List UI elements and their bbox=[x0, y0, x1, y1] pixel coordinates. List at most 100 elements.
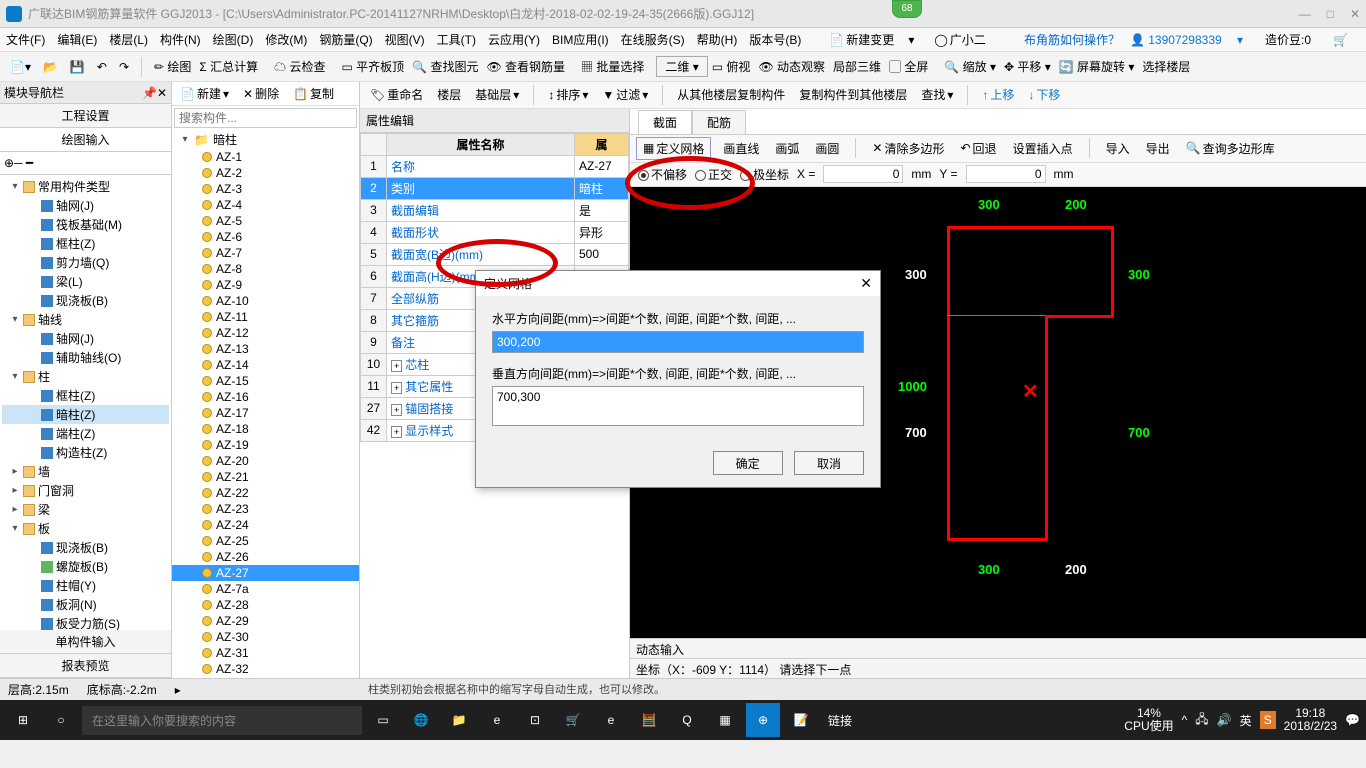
component-list[interactable]: ▾📁 暗柱 AZ-1 AZ-2 AZ-3 AZ-4 AZ-5 AZ-6 AZ-7… bbox=[172, 130, 359, 678]
list-item[interactable]: AZ-24 bbox=[172, 517, 359, 533]
tab-single-input[interactable]: 单构件输入 bbox=[0, 630, 171, 654]
list-item[interactable]: AZ-17 bbox=[172, 405, 359, 421]
import-button[interactable]: 导入 bbox=[1102, 138, 1134, 159]
toolbar-button[interactable]: ▢ 全屏 bbox=[885, 56, 932, 77]
toolbar-button[interactable]: 局部三维 bbox=[829, 56, 885, 77]
tree-item[interactable]: 辅助轴线(O) bbox=[2, 348, 169, 367]
list-item[interactable]: AZ-29 bbox=[172, 613, 359, 629]
copy-to-floor-button[interactable]: 复制构件到其他楼层 bbox=[795, 84, 911, 105]
tree-item[interactable]: 板洞(N) bbox=[2, 595, 169, 614]
tree-item[interactable]: ▾ 轴线 bbox=[2, 310, 169, 329]
component-type-tree[interactable]: ▾ 常用构件类型 轴网(J) 筏板基础(M) 框柱(Z) 剪力墙(Q) 梁(L)… bbox=[0, 175, 171, 630]
list-item[interactable]: AZ-5 bbox=[172, 213, 359, 229]
list-item[interactable]: AZ-27 bbox=[172, 565, 359, 581]
copy-button[interactable]: 📋复制 bbox=[289, 83, 338, 104]
undo-icon[interactable]: ↶ bbox=[93, 58, 111, 76]
list-item[interactable]: AZ-32 bbox=[172, 661, 359, 677]
tray-up-icon[interactable]: ^ bbox=[1182, 713, 1188, 727]
tray-sogou-icon[interactable]: S bbox=[1260, 711, 1276, 729]
redo-icon[interactable]: ↷ bbox=[115, 58, 133, 76]
view-mode-select[interactable]: 二维 ▾ bbox=[656, 56, 707, 77]
pin-icon[interactable]: 📌 bbox=[142, 86, 157, 100]
menu-item[interactable]: 帮助(H) bbox=[697, 33, 738, 47]
tree-item[interactable]: 现浇板(B) bbox=[2, 538, 169, 557]
list-item[interactable]: AZ-20 bbox=[172, 453, 359, 469]
notification-badge[interactable]: 68 bbox=[892, 0, 922, 18]
export-button[interactable]: 导出 bbox=[1142, 138, 1174, 159]
menu-item[interactable]: 编辑(E) bbox=[57, 33, 97, 47]
list-item[interactable]: AZ-2 bbox=[172, 165, 359, 181]
tip-link[interactable]: 布角筋如何操作？ bbox=[1024, 31, 1120, 48]
tab-project-settings[interactable]: 工程设置 bbox=[0, 104, 171, 128]
cortana-icon[interactable]: ○ bbox=[44, 703, 78, 737]
tree-item[interactable]: 柱帽(Y) bbox=[2, 576, 169, 595]
app-icon[interactable]: ▦ bbox=[708, 703, 742, 737]
tree-item[interactable]: 梁(L) bbox=[2, 272, 169, 291]
panel-close-icon[interactable]: ✕ bbox=[157, 86, 167, 100]
table-row[interactable]: 4截面形状异形 bbox=[361, 221, 629, 243]
menu-item[interactable]: 文件(F) bbox=[6, 33, 45, 47]
define-grid-button[interactable]: ▦ 定义网格 bbox=[636, 137, 711, 160]
tab-reinforcement[interactable]: 配筋 bbox=[692, 110, 746, 134]
list-item[interactable]: AZ-1 bbox=[172, 149, 359, 165]
list-item[interactable]: AZ-23 bbox=[172, 501, 359, 517]
taskbar-search[interactable]: 在这里输入你要搜索的内容 bbox=[82, 706, 362, 735]
tray-notifications-icon[interactable]: 💬 bbox=[1345, 713, 1360, 727]
list-item[interactable]: AZ-18 bbox=[172, 421, 359, 437]
new-button[interactable]: 📄新建▾ bbox=[176, 83, 233, 104]
tree-item[interactable]: 现浇板(B) bbox=[2, 291, 169, 310]
menu-item[interactable]: 云应用(Y) bbox=[488, 33, 540, 47]
tree-item[interactable]: 轴网(J) bbox=[2, 196, 169, 215]
table-row[interactable]: 2类别暗柱 bbox=[361, 177, 629, 199]
app-icon[interactable]: Q bbox=[670, 703, 704, 737]
task-view-icon[interactable]: ▭ bbox=[366, 703, 400, 737]
undo-polygon-button[interactable]: ↶ 回退 bbox=[956, 138, 1000, 159]
app-icon[interactable]: ⊡ bbox=[518, 703, 552, 737]
list-item[interactable]: AZ-7a bbox=[172, 581, 359, 597]
menu-item[interactable]: 绘图(D) bbox=[213, 33, 254, 47]
list-item[interactable]: AZ-25 bbox=[172, 533, 359, 549]
open-icon[interactable]: 📂 bbox=[39, 58, 62, 76]
toolbar-button[interactable]: ▦ 批量选择 bbox=[577, 56, 648, 77]
table-row[interactable]: 1名称AZ-27 bbox=[361, 155, 629, 177]
tab-report-preview[interactable]: 报表预览 bbox=[0, 654, 171, 678]
draw-line-button[interactable]: 画直线 bbox=[719, 138, 763, 159]
tree-item[interactable]: 框柱(Z) bbox=[2, 234, 169, 253]
app-icon[interactable]: 📝 bbox=[784, 703, 818, 737]
app-icon[interactable]: 📁 bbox=[442, 703, 476, 737]
tree-item[interactable]: 框柱(Z) bbox=[2, 386, 169, 405]
toolbar-button[interactable]: ☁ 云检查 bbox=[270, 56, 329, 77]
x-input[interactable] bbox=[823, 165, 903, 183]
tree-item[interactable]: ▾ 板 bbox=[2, 519, 169, 538]
taskbar-link[interactable]: 链接 bbox=[828, 712, 852, 729]
save-icon[interactable]: 💾 bbox=[66, 58, 89, 76]
base-floor-select[interactable]: 基础层 ▾ bbox=[471, 84, 523, 105]
menu-item[interactable]: 版本号(B) bbox=[749, 33, 801, 47]
table-row[interactable]: 3截面编辑是 bbox=[361, 199, 629, 221]
search-input[interactable] bbox=[174, 108, 357, 128]
toolbar-button[interactable]: Σ 汇总计算 bbox=[195, 56, 262, 77]
menu-item[interactable]: 修改(M) bbox=[265, 33, 307, 47]
v-spacing-input[interactable]: 700,300 bbox=[492, 386, 864, 426]
gxr-button[interactable]: ◯ 广小二 bbox=[930, 29, 1001, 50]
toolbar-button[interactable]: 选择楼层 bbox=[1138, 56, 1194, 77]
toolbar-button[interactable]: ▭ 平齐板顶 bbox=[338, 56, 409, 77]
radio-ortho[interactable] bbox=[695, 170, 706, 181]
list-item[interactable]: AZ-6 bbox=[172, 229, 359, 245]
app-icon[interactable]: 🛒 bbox=[556, 703, 590, 737]
dialog-close-icon[interactable]: ✕ bbox=[860, 275, 872, 292]
tree-item[interactable]: ▸ 梁 bbox=[2, 500, 169, 519]
tree-item[interactable]: 板受力筋(S) bbox=[2, 614, 169, 630]
list-item[interactable]: AZ-4 bbox=[172, 197, 359, 213]
list-item[interactable]: AZ-3 bbox=[172, 181, 359, 197]
menu-item[interactable]: 楼层(L) bbox=[109, 33, 148, 47]
clear-polygon-button[interactable]: ✕ 清除多边形 bbox=[868, 138, 948, 159]
list-item[interactable]: AZ-9 bbox=[172, 277, 359, 293]
new-change-button[interactable]: 📄 新建变更 ▾ bbox=[825, 29, 918, 50]
tree-item[interactable]: 筏板基础(M) bbox=[2, 215, 169, 234]
tree-item[interactable]: 剪力墙(Q) bbox=[2, 253, 169, 272]
list-item[interactable]: AZ-19 bbox=[172, 437, 359, 453]
list-item[interactable]: AZ-30 bbox=[172, 629, 359, 645]
list-item[interactable]: AZ-21 bbox=[172, 469, 359, 485]
list-item[interactable]: AZ-31 bbox=[172, 645, 359, 661]
